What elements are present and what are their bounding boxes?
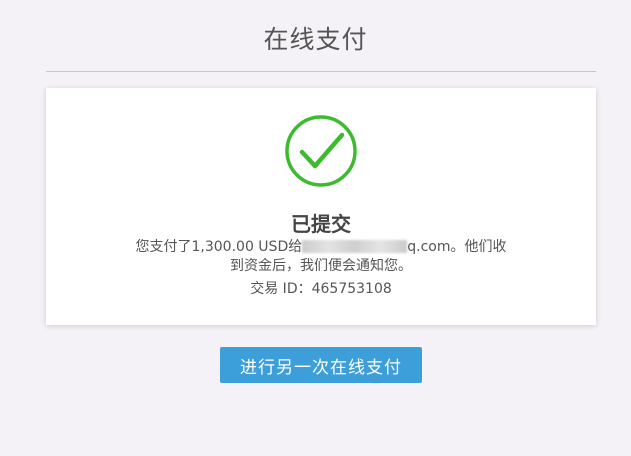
status-heading: 已提交 (291, 212, 351, 236)
page-title: 在线支付 (263, 25, 368, 54)
transaction-id: 465753108 (311, 281, 392, 297)
payment-message: 您支付了1,300.00 USD给 q.com。他们收到资金后，我们便会通知您。 (131, 238, 511, 276)
recipient-email-suffix: q.com (407, 239, 451, 255)
payment-result-card: 已提交 您支付了1,300.00 USD给 q.com。他们收到资金后，我们便会通… (46, 88, 596, 325)
redacted-email (302, 240, 408, 253)
transaction-label: 交易 ID： (250, 281, 312, 297)
message-prefix: 您支付了1,300.00 USD给 (135, 239, 303, 255)
transaction-id-line: 交易 ID：465753108 (46, 278, 596, 298)
repeat-payment-button[interactable]: 进行另一次在线支付 (220, 347, 422, 383)
check-circle-icon (285, 115, 357, 187)
title-divider (46, 71, 596, 72)
